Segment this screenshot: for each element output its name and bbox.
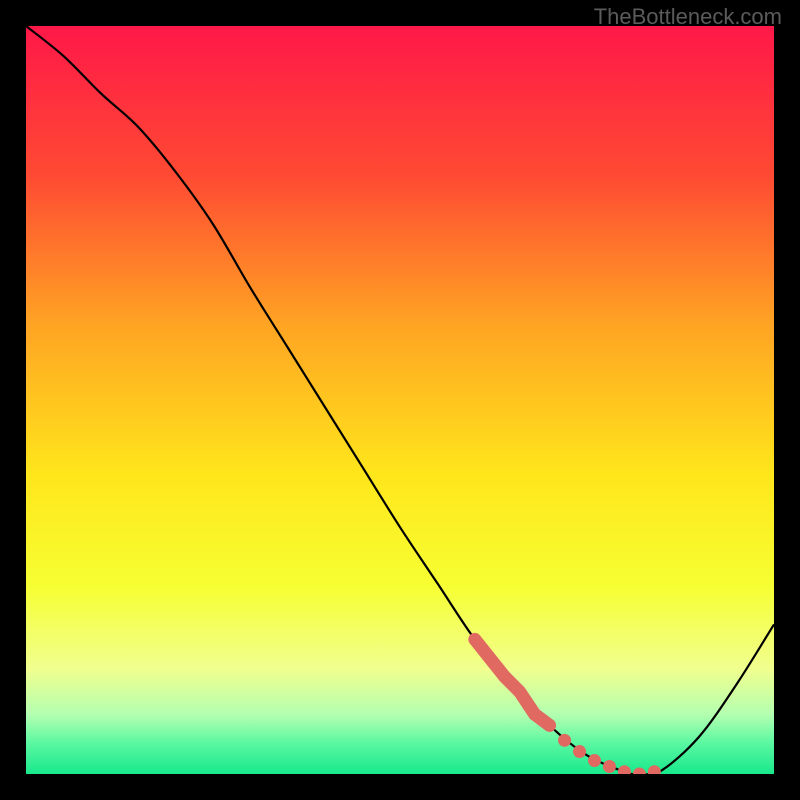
- bottleneck-chart: [26, 26, 774, 774]
- chart-background-gradient: [26, 26, 774, 774]
- chart-plot-area: [26, 26, 774, 774]
- highlight-dot: [558, 734, 571, 747]
- watermark-text: TheBottleneck.com: [594, 4, 782, 30]
- highlight-dot: [588, 754, 601, 767]
- highlight-dot: [573, 745, 586, 758]
- highlight-dot: [603, 760, 616, 773]
